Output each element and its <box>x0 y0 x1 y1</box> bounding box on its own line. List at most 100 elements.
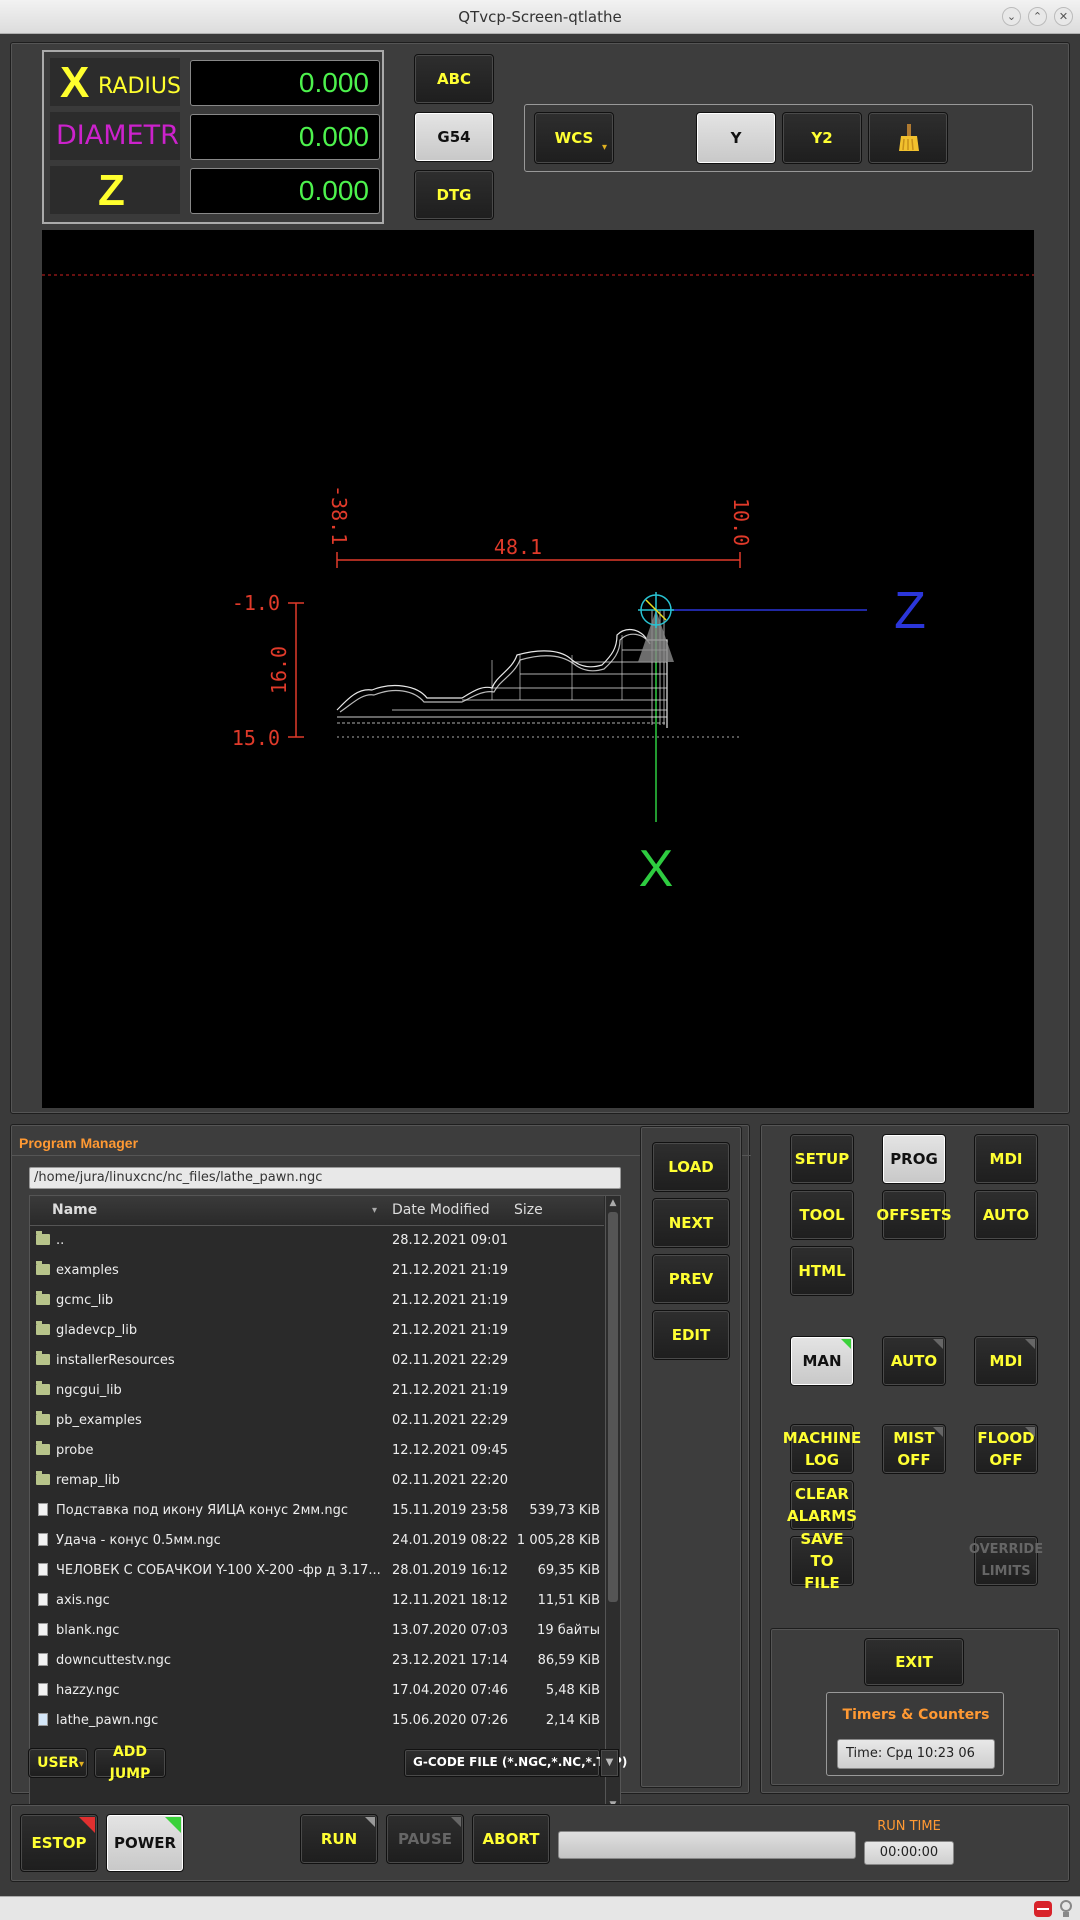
file-icon <box>38 1533 48 1546</box>
dtg-button[interactable]: DTG <box>414 170 494 220</box>
file-row[interactable]: downcuttestv.ngc 23.12.2021 17:14 86,59 Ki… <box>30 1646 604 1676</box>
folder-icon <box>36 1411 50 1425</box>
x-axis-label: X <box>639 840 674 898</box>
file-filter-select[interactable]: G-CODE FILE (*.NGC,*.NC,*.TAP) <box>404 1749 627 1777</box>
mist-label-1: MIST <box>893 1429 935 1447</box>
gcode-graphics-view[interactable]: 48.1 -38.1 10.0 -1.0 15.0 16.0 Z X <box>42 230 1034 1108</box>
dim-length-label: 48.1 <box>494 535 542 559</box>
tab-html[interactable]: HTML <box>790 1246 854 1296</box>
indicator-off-icon <box>933 1339 943 1349</box>
tab-offsets[interactable]: OFFSETS <box>876 1190 952 1240</box>
tab-auto[interactable]: AUTO <box>974 1190 1038 1240</box>
pause-label: PAUSE <box>398 1830 452 1848</box>
pause-button[interactable]: PAUSE <box>386 1814 464 1864</box>
file-name: downcuttestv.ngc <box>56 1653 171 1668</box>
mode-auto-button[interactable]: AUTO <box>882 1336 946 1386</box>
power-button[interactable]: POWER <box>106 1814 184 1872</box>
file-row[interactable]: Подставка под икону ЯЙЦА конус 2мм.ngc 15… <box>30 1496 604 1526</box>
file-name: examples <box>56 1263 119 1278</box>
dro-label-diameter[interactable]: DIAMETR <box>50 112 180 160</box>
indicator-icon <box>451 1817 461 1827</box>
mode-auto-label: AUTO <box>890 1352 938 1370</box>
tab-tool[interactable]: TOOL <box>790 1190 854 1240</box>
folder-icon <box>36 1441 50 1455</box>
clear-plot-button[interactable] <box>868 112 948 164</box>
estop-button[interactable]: ESTOP <box>20 1814 98 1872</box>
view-y2-button[interactable]: Y2 <box>782 112 862 164</box>
close-button[interactable]: ✕ <box>1054 7 1073 26</box>
load-button[interactable]: LOAD <box>652 1142 730 1192</box>
tab-prog[interactable]: PROG <box>882 1134 946 1184</box>
column-date[interactable]: Date Modified <box>392 1202 490 1218</box>
maximize-button[interactable]: ⌃ <box>1028 7 1047 26</box>
chevron-down-icon[interactable]: ▼ <box>600 1749 619 1777</box>
indicator-off-icon <box>933 1427 943 1437</box>
dim-diameter-label: 16.0 <box>267 646 291 694</box>
folder-row[interactable]: probe 12.12.2021 09:45 <box>30 1436 604 1466</box>
file-name: hazzy.ngc <box>56 1683 120 1698</box>
file-icon <box>38 1593 48 1606</box>
view-y-button[interactable]: Y <box>696 112 776 164</box>
file-name: ngcgui_lib <box>56 1383 122 1398</box>
folder-row[interactable]: pb_examples 02.11.2021 22:29 <box>30 1406 604 1436</box>
override-limits-button[interactable]: OVERRIDE LIMITS <box>969 1536 1043 1586</box>
file-name: Удача - конус 0.5мм.ngc <box>56 1533 221 1548</box>
add-jump-button[interactable]: ADD JUMP <box>94 1744 166 1782</box>
machine-log-button[interactable]: MACHINE LOG <box>783 1424 861 1474</box>
lightbulb-icon <box>1058 1900 1074 1918</box>
file-name: .. <box>56 1233 65 1248</box>
column-name[interactable]: Name <box>52 1202 97 1218</box>
scrollbar-thumb[interactable] <box>608 1212 618 1602</box>
file-row[interactable]: Удача - конус 0.5мм.ngc 24.01.2019 08:22 1… <box>30 1526 604 1556</box>
timers-counters-box: Timers & Counters Time: Срд 10:23 06 <box>826 1692 1004 1776</box>
folder-row[interactable]: remap_lib 02.11.2021 22:20 <box>30 1466 604 1496</box>
prev-button[interactable]: PREV <box>652 1254 730 1304</box>
abc-button[interactable]: ABC <box>414 54 494 104</box>
folder-row[interactable]: examples 21.12.2021 21:19 <box>30 1256 604 1286</box>
run-button[interactable]: RUN <box>300 1814 378 1864</box>
column-size[interactable]: Size <box>514 1202 543 1218</box>
flood-toggle-button[interactable]: FLOOD OFF <box>974 1424 1038 1474</box>
minimize-button[interactable]: ⌄ <box>1002 7 1021 26</box>
exit-button[interactable]: EXIT <box>864 1638 964 1686</box>
tab-setup[interactable]: SETUP <box>790 1134 854 1184</box>
file-row[interactable]: hazzy.ngc 17.04.2020 07:46 5,48 KiB <box>30 1676 604 1706</box>
save-label-2: TO FILE <box>804 1552 840 1592</box>
save-to-file-button[interactable]: SAVE TO FILE <box>790 1530 854 1592</box>
scroll-up-icon[interactable]: ▲ <box>608 1198 618 1208</box>
wcs-button[interactable]: WCS ▾ <box>534 112 614 164</box>
edit-button[interactable]: EDIT <box>652 1310 730 1360</box>
file-row[interactable]: ЧЕЛОВЕК С СОБАЧКОЙ Y-100 X-200 -фр д 3.1… <box>30 1556 604 1586</box>
file-row[interactable]: lathe_pawn.ngc 15.06.2020 07:26 2,14 KiB <box>30 1706 604 1736</box>
folder-row[interactable]: ngcgui_lib 21.12.2021 21:19 <box>30 1376 604 1406</box>
file-path-field[interactable]: /home/jura/linuxcnc/nc_files/lathe_pawn.… <box>29 1167 621 1189</box>
file-list[interactable]: Name ▾ Date Modified Size .. 28.12.2021 0… <box>29 1195 621 1815</box>
mode-manual-label: MAN <box>802 1352 842 1370</box>
file-size: 11,51 KiB <box>537 1593 600 1608</box>
g54-button[interactable]: G54 <box>414 112 494 162</box>
mist-toggle-button[interactable]: MIST OFF <box>882 1424 946 1474</box>
folder-row[interactable]: gcmc_lib 21.12.2021 21:19 <box>30 1286 604 1316</box>
abort-button[interactable]: ABORT <box>472 1814 550 1864</box>
file-icon <box>38 1653 48 1666</box>
file-row[interactable]: blank.ngc 13.07.2020 07:03 19 байты <box>30 1616 604 1646</box>
file-name: gcmc_lib <box>56 1293 114 1308</box>
clear-alarms-button[interactable]: CLEAR ALARMS <box>787 1480 857 1530</box>
file-icon <box>38 1683 48 1696</box>
mode-manual-button[interactable]: MAN <box>790 1336 854 1386</box>
estop-label: ESTOP <box>31 1834 87 1852</box>
file-row[interactable]: axis.ngc 12.11.2021 18:12 11,51 KiB <box>30 1586 604 1616</box>
tab-mdi[interactable]: MDI <box>974 1134 1038 1184</box>
dro-panel: X RADIUS 0.000 DIAMETR 0.000 Z 0.000 <box>42 50 384 224</box>
next-button[interactable]: NEXT <box>652 1198 730 1248</box>
run-time-value: 00:00:00 <box>864 1841 954 1865</box>
folder-row[interactable]: .. 28.12.2021 09:01 <box>30 1226 604 1256</box>
mode-mdi-button[interactable]: MDI <box>974 1336 1038 1386</box>
dro-label-z[interactable]: Z <box>50 166 180 215</box>
dropdown-arrow-icon: ▾ <box>601 142 607 153</box>
user-button[interactable]: USER ▾ <box>28 1748 88 1778</box>
folder-row[interactable]: gladevcp_lib 21.12.2021 21:19 <box>30 1316 604 1346</box>
file-list-scrollbar[interactable]: ▲ ▼ <box>605 1196 620 1814</box>
dro-label-x[interactable]: X RADIUS <box>50 58 181 107</box>
folder-row[interactable]: installerResources 02.11.2021 22:29 <box>30 1346 604 1376</box>
